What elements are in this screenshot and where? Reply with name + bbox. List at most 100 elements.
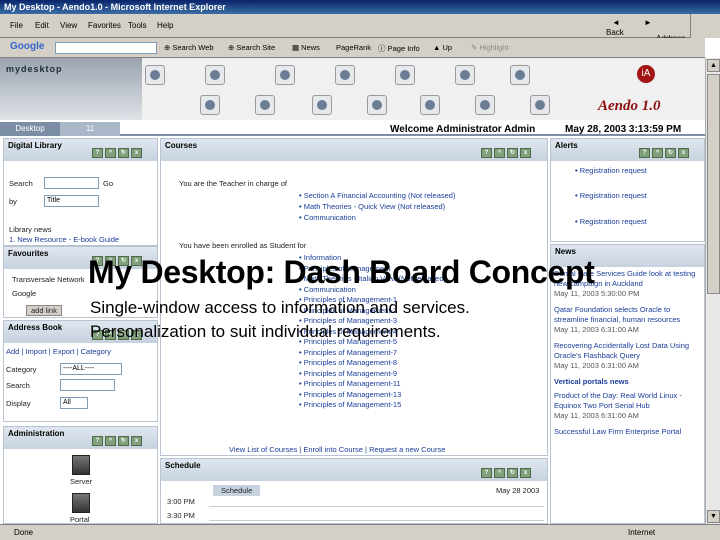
course-link[interactable]: Principles of Management-13: [299, 390, 402, 399]
bell-icon[interactable]: [420, 95, 440, 115]
forward-icon[interactable]: ►: [644, 18, 652, 27]
address-search-input[interactable]: [60, 379, 115, 391]
news-headline[interactable]: Successful Law Firm Enterprise Portal: [554, 427, 702, 437]
menu-file[interactable]: File: [10, 21, 23, 30]
user-icon[interactable]: [367, 95, 387, 115]
page-info-button[interactable]: ⓘ Page Info: [378, 43, 420, 54]
news-section-title: Vertical portals news: [554, 377, 629, 386]
overlay-line-2: Personalization to suit individual requi…: [90, 322, 441, 341]
close-icon[interactable]: x: [520, 148, 531, 158]
help-icon[interactable]: ?: [481, 468, 492, 478]
search-site-button[interactable]: ⊕ Search Site: [228, 43, 275, 52]
menu-help[interactable]: Help: [157, 21, 173, 30]
overlay-line-1: Single-window access to information and …: [90, 298, 470, 317]
calendar-icon[interactable]: [205, 65, 225, 85]
minimize-icon[interactable]: ^: [105, 148, 116, 158]
folder-icon[interactable]: [275, 65, 295, 85]
alert-link[interactable]: Registration request: [575, 191, 647, 200]
close-icon[interactable]: x: [678, 148, 689, 158]
refresh-icon[interactable]: ↻: [118, 148, 129, 158]
back-icon[interactable]: ◄: [612, 18, 620, 27]
address-book-links[interactable]: Add | Import | Export | Category: [6, 347, 111, 356]
news-headline[interactable]: Qatar Foundation selects Oracle to strea…: [554, 305, 702, 325]
pencil-icon[interactable]: [255, 95, 275, 115]
google-logo: Google: [10, 41, 45, 52]
minimize-icon[interactable]: ^: [652, 148, 663, 158]
course-link[interactable]: Principles of Management-9: [299, 369, 397, 378]
help-icon[interactable]: ?: [92, 436, 103, 446]
documents-icon[interactable]: [312, 95, 332, 115]
minimize-icon[interactable]: ^: [494, 148, 505, 158]
globe-icon[interactable]: [510, 65, 530, 85]
courses-footer-links[interactable]: View List of Courses | Enroll into Cours…: [229, 445, 445, 454]
close-icon[interactable]: x: [131, 436, 142, 446]
by-label: by: [9, 197, 17, 206]
help-icon[interactable]: ?: [639, 148, 650, 158]
minimize-icon[interactable]: ^: [494, 468, 505, 478]
vertical-scrollbar[interactable]: ▲ ▼: [705, 58, 720, 524]
refresh-icon[interactable]: ↻: [118, 436, 129, 446]
tab-desktop[interactable]: Desktop: [0, 122, 60, 136]
home-icon[interactable]: [145, 65, 165, 85]
refresh-icon[interactable]: ↻: [507, 468, 518, 478]
zone-text: Internet: [628, 528, 656, 537]
menu-view[interactable]: View: [60, 21, 77, 30]
panel-title: Administration: [8, 429, 65, 438]
menu-favorites[interactable]: Favorites: [88, 21, 121, 30]
panel-title: Courses: [165, 141, 198, 150]
palette-icon[interactable]: [455, 65, 475, 85]
favourite-link[interactable]: Transversale Network: [12, 275, 85, 284]
panel-title: Digital Library: [8, 141, 62, 150]
course-link[interactable]: Principles of Management-11: [299, 379, 401, 388]
library-search-input[interactable]: [44, 177, 99, 189]
library-go-button[interactable]: Go: [103, 179, 113, 188]
library-news-link[interactable]: 1. New Resource - E-book Guide: [9, 235, 119, 244]
search-label: Search: [9, 179, 33, 188]
graduation-icon[interactable]: [395, 65, 415, 85]
category-select[interactable]: ----ALL----: [60, 363, 122, 375]
alert-link[interactable]: Registration request: [575, 217, 647, 226]
news-headline[interactable]: Recovering Accidentally Lost Data Using …: [554, 341, 702, 361]
by-select[interactable]: Title: [44, 195, 99, 207]
portal-icon[interactable]: [72, 493, 90, 513]
library-news-label: Library news: [9, 225, 52, 234]
menu-edit[interactable]: Edit: [35, 21, 49, 30]
up-button[interactable]: ▲ Up: [433, 43, 452, 52]
help-icon[interactable]: [530, 95, 550, 115]
search-web-button[interactable]: ⊕ Search Web: [164, 43, 214, 52]
course-link[interactable]: Principles of Management-8: [299, 358, 397, 367]
course-link[interactable]: Section A Financial Accounting (Not rele…: [299, 191, 456, 200]
notes-icon[interactable]: [200, 95, 220, 115]
settings-icon[interactable]: [475, 95, 495, 115]
favourite-link[interactable]: Google: [12, 289, 36, 298]
refresh-icon[interactable]: ↻: [507, 148, 518, 158]
menu-tools[interactable]: Tools: [128, 21, 147, 30]
google-search-input[interactable]: [55, 42, 157, 54]
help-icon[interactable]: ?: [481, 148, 492, 158]
help-icon[interactable]: ?: [92, 148, 103, 158]
display-select[interactable]: All: [60, 397, 88, 409]
scroll-up-icon[interactable]: ▲: [707, 59, 720, 72]
close-icon[interactable]: x: [520, 468, 531, 478]
highlight-button[interactable]: ✎ Highlight: [471, 43, 509, 52]
minimize-icon[interactable]: ^: [105, 436, 116, 446]
brand-logo: mydesktop: [6, 64, 63, 74]
alert-link[interactable]: Registration request: [575, 166, 647, 175]
pagerank-indicator: PageRank: [336, 43, 372, 52]
scroll-down-icon[interactable]: ▼: [707, 510, 720, 523]
refresh-icon[interactable]: ↻: [665, 148, 676, 158]
mail-icon[interactable]: [335, 65, 355, 85]
course-link[interactable]: Math Theories - Quick View (Not released…: [299, 202, 445, 211]
tab-second[interactable]: 11: [60, 122, 120, 136]
close-icon[interactable]: x: [131, 148, 142, 158]
schedule-tab[interactable]: Schedule: [213, 485, 261, 496]
schedule-date: May 28 2003: [496, 486, 540, 495]
course-link[interactable]: Principles of Management-7: [299, 348, 397, 357]
server-icon[interactable]: [72, 455, 90, 475]
news-button[interactable]: ▦ News: [292, 43, 320, 52]
scroll-thumb[interactable]: [707, 74, 720, 294]
news-headline[interactable]: Product of the Day: Real World Linux - E…: [554, 391, 702, 411]
course-link[interactable]: Principles of Management-15: [299, 400, 402, 409]
add-link-button[interactable]: add link: [26, 305, 62, 316]
course-link[interactable]: Communication: [299, 213, 356, 222]
